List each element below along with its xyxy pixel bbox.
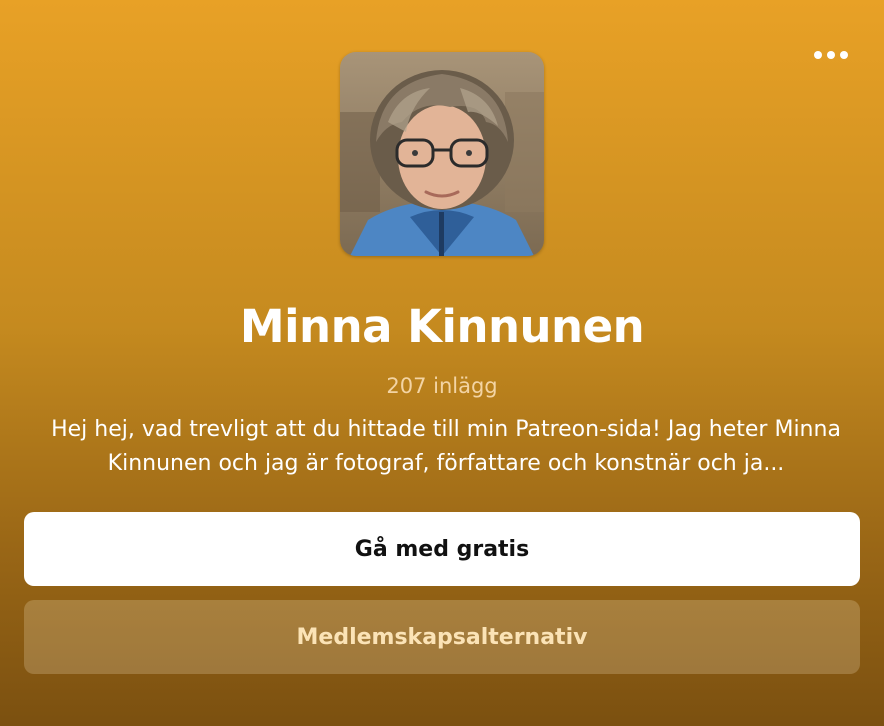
more-options-icon[interactable] <box>814 44 848 66</box>
creator-name: Minna Kinnunen <box>239 300 645 353</box>
creator-bio: Hej hej, vad trevligt att du hittade til… <box>51 417 841 476</box>
creator-page: Minna Kinnunen 207 inlägg Hej hej, vad t… <box>0 0 884 726</box>
posts-count: 207 inlägg <box>386 374 498 398</box>
more-dot <box>814 51 822 59</box>
creator-avatar <box>340 52 544 256</box>
more-dot <box>827 51 835 59</box>
membership-options-button[interactable]: Medlemskapsalternativ <box>24 600 860 674</box>
join-free-label: Gå med gratis <box>354 536 530 562</box>
membership-options-label: Medlemskapsalternativ <box>296 624 588 650</box>
join-free-button[interactable]: Gå med gratis <box>24 512 860 586</box>
more-dot <box>840 51 848 59</box>
